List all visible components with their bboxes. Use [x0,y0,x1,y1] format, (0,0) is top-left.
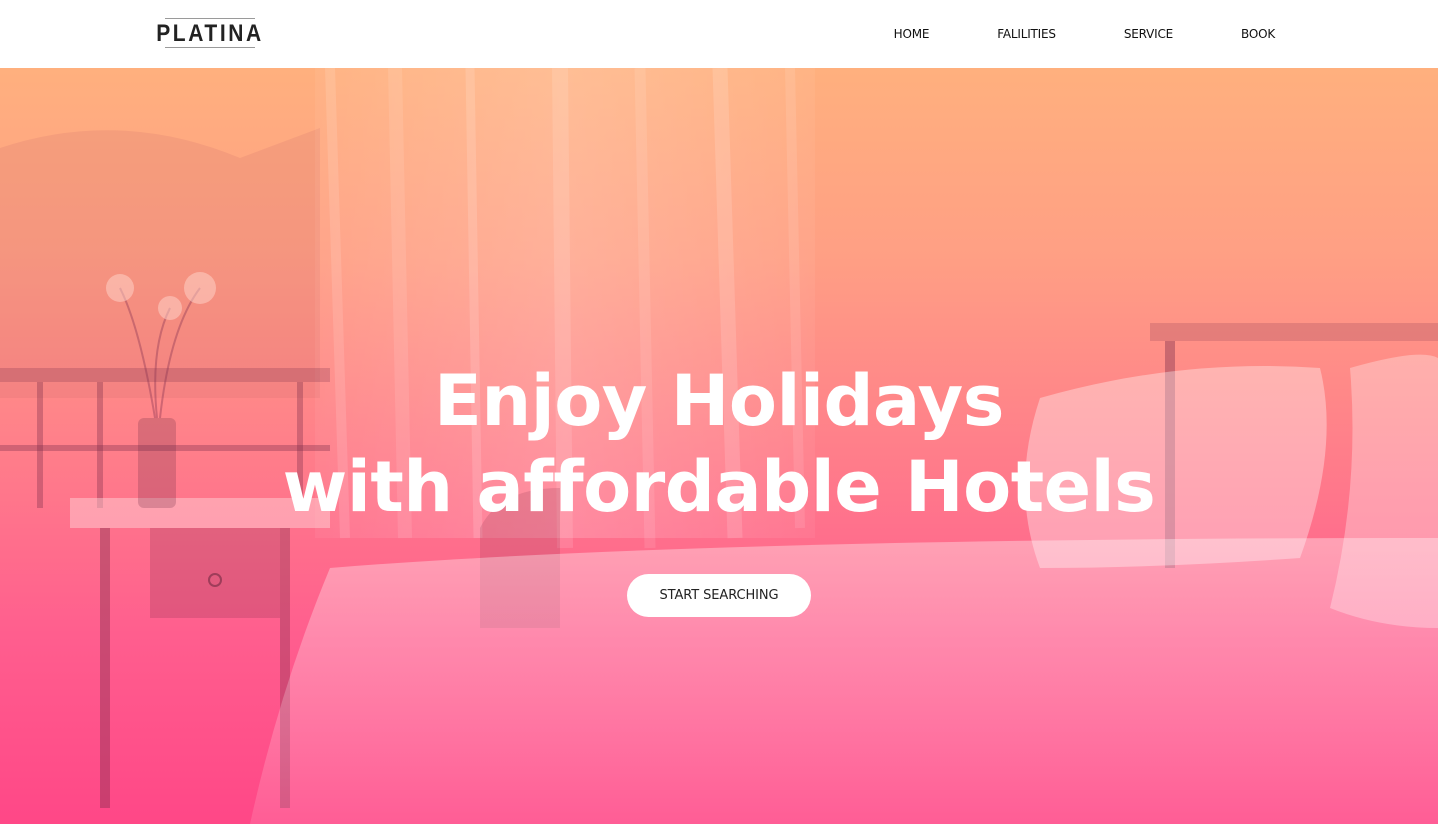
nav-item-book[interactable]: BOOK [1241,27,1275,41]
hero-headline: Enjoy Holidays with affordable Hotels [0,358,1438,530]
main-navigation: HOME FALILITIES SERVICE BOOK [894,0,1276,68]
top-navbar: PLATINA HOME FALILITIES SERVICE BOOK [0,0,1438,68]
hero-section: Enjoy Holidays with affordable Hotels ST… [0,68,1438,824]
hero-headline-line-2: with affordable Hotels [282,446,1156,528]
hero-headline-line-1: Enjoy Holidays [434,360,1004,442]
brand-logo[interactable]: PLATINA [156,18,261,48]
nav-item-home[interactable]: HOME [894,27,930,41]
brand-logo-text: PLATINA [156,19,264,47]
start-searching-button[interactable]: START SEARCHING [627,574,811,617]
nav-item-facilities[interactable]: FALILITIES [997,27,1056,41]
nav-item-service[interactable]: SERVICE [1124,27,1173,41]
hero-content: Enjoy Holidays with affordable Hotels ST… [0,358,1438,617]
